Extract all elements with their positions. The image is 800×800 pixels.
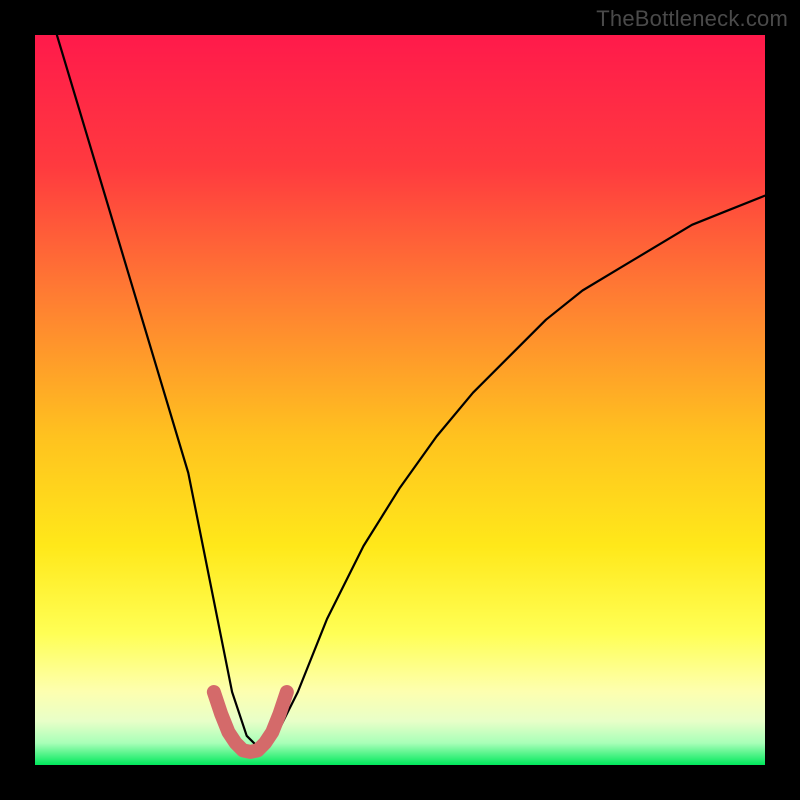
- chart-svg: [35, 35, 765, 765]
- chart-frame: TheBottleneck.com: [0, 0, 800, 800]
- watermark-text: TheBottleneck.com: [596, 6, 788, 32]
- gradient-background: [35, 35, 765, 765]
- plot-area: [35, 35, 765, 765]
